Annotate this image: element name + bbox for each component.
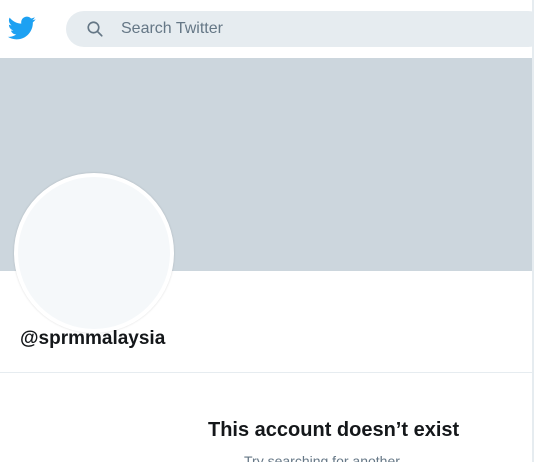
- empty-state-subtitle: Try searching for another.: [244, 453, 404, 462]
- twitter-bird-icon[interactable]: [6, 14, 38, 42]
- section-divider: [0, 372, 534, 373]
- search-input[interactable]: [121, 11, 521, 47]
- empty-state-title: This account doesn’t exist: [208, 419, 460, 441]
- twitter-profile-page: @sprmmalaysia This account doesn’t exist…: [0, 0, 534, 462]
- profile-avatar: [14, 173, 174, 333]
- top-bar: [0, 0, 534, 58]
- search-icon: [86, 20, 104, 38]
- profile-handle: @sprmmalaysia: [20, 328, 166, 349]
- search-box[interactable]: [66, 11, 534, 47]
